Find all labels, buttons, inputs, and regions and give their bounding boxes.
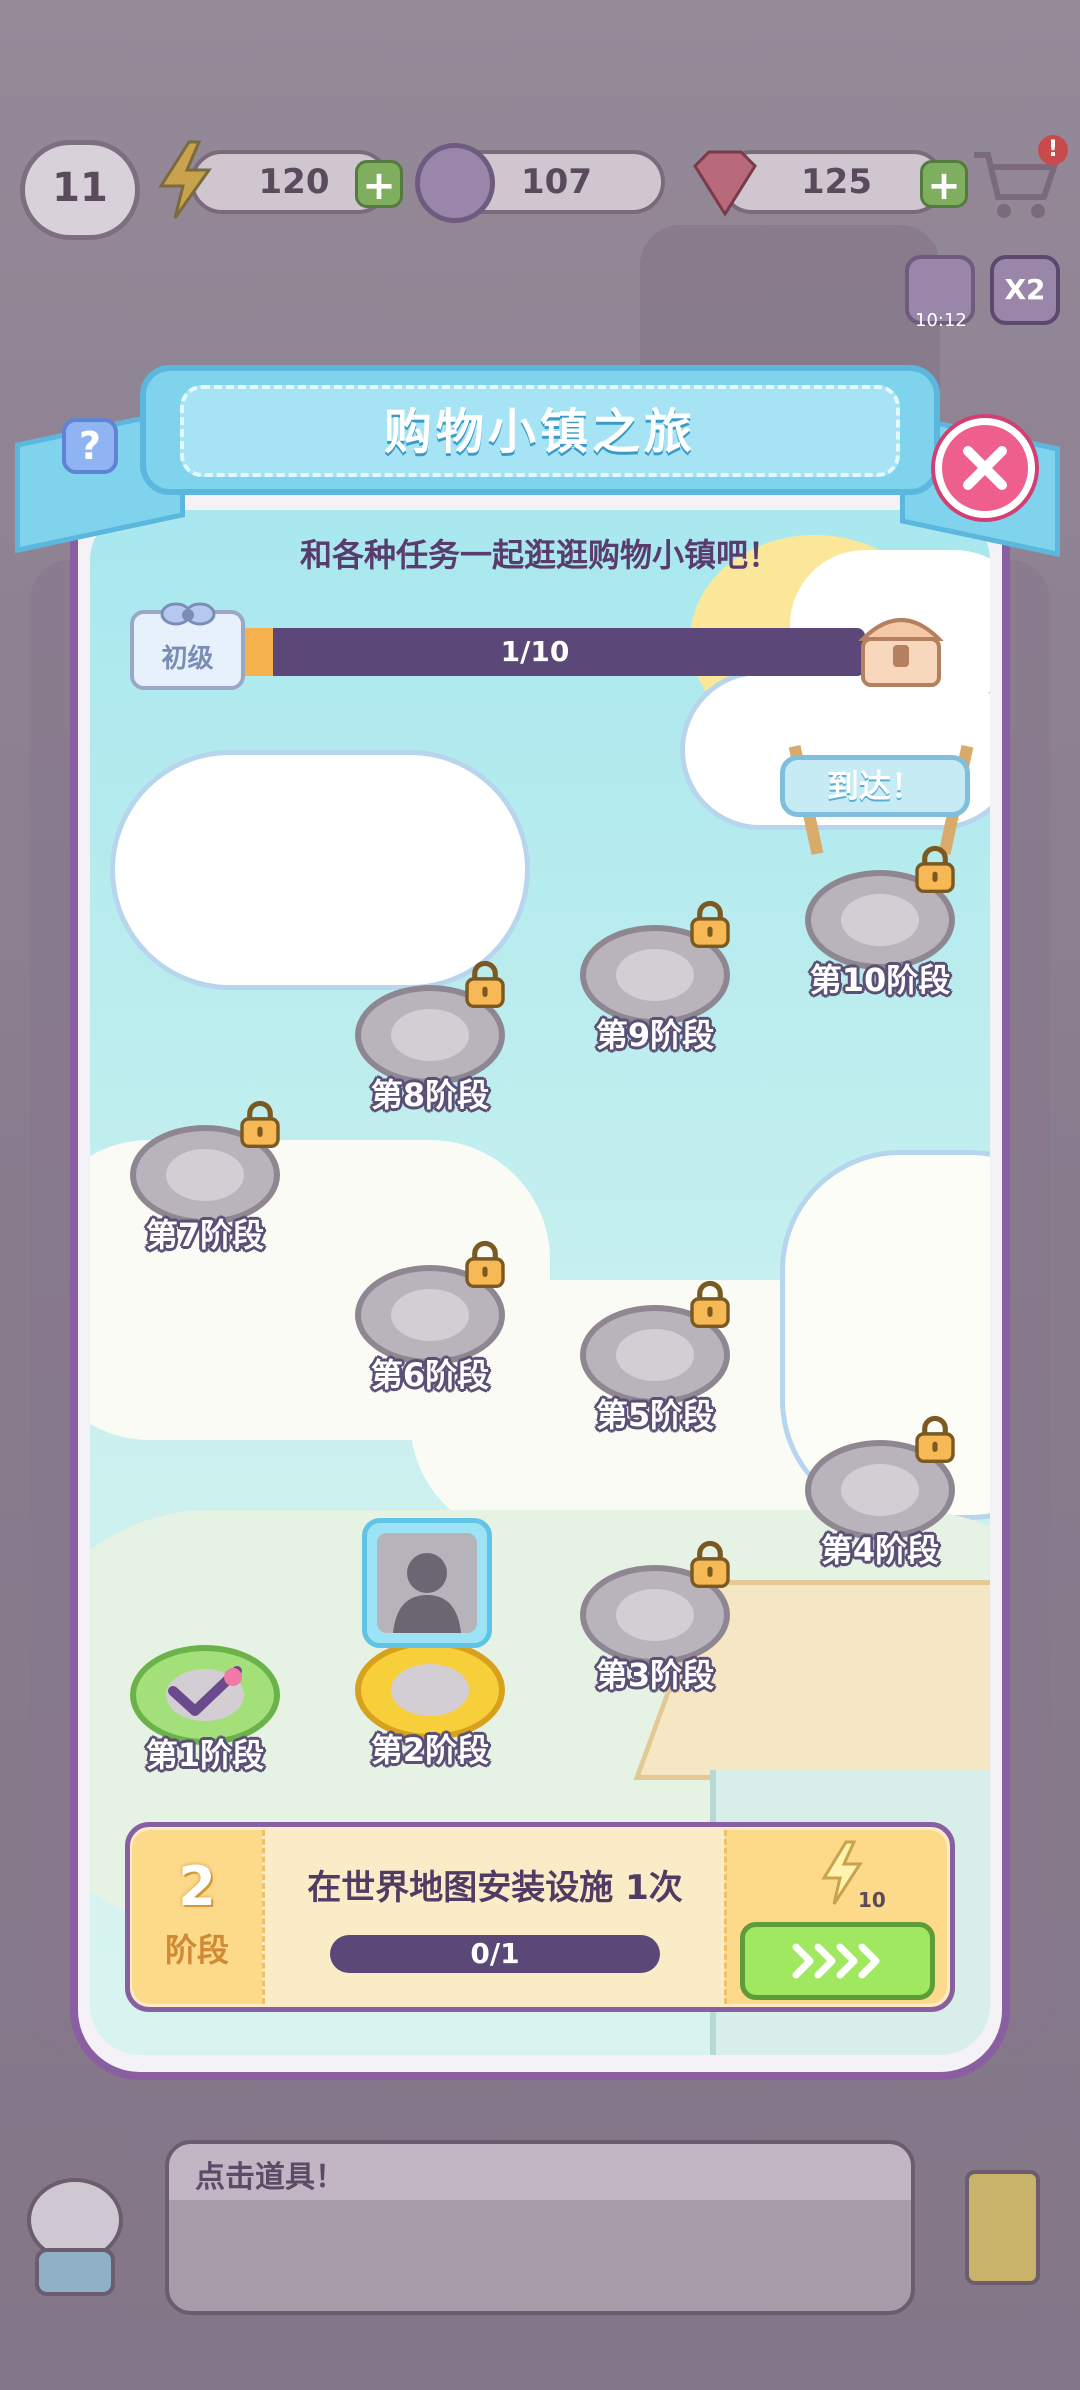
task-description: 在世界地图安装设施 1次	[307, 1868, 683, 1908]
stage-node-3[interactable]: 第3阶段	[580, 1540, 730, 1694]
stage-label: 第9阶段	[595, 1016, 715, 1054]
lock-icon	[465, 960, 505, 1008]
player-avatar	[362, 1518, 492, 1648]
coin-icon	[415, 143, 495, 223]
bow-icon	[160, 602, 216, 626]
notification-dot: !	[1038, 135, 1068, 165]
stage-label: 第1阶段	[145, 1736, 265, 1774]
arrive-sign: 到达！	[780, 755, 970, 817]
add-energy-button[interactable]: +	[355, 160, 403, 209]
multiplier-badge[interactable]: X2	[990, 255, 1060, 325]
modal-subtitle: 和各种任务一起逛逛购物小镇吧！	[299, 536, 780, 574]
stage-label: 第6阶段	[370, 1356, 490, 1394]
stage-node-9[interactable]: 第9阶段	[580, 900, 730, 1054]
stage-label: 第4阶段	[820, 1531, 940, 1569]
fast-forward-icon	[792, 1943, 880, 1979]
user-silhouette-icon	[393, 1553, 461, 1633]
stage-node-1[interactable]: 第1阶段	[130, 1645, 280, 1774]
lock-icon	[915, 845, 955, 893]
lock-icon	[465, 1240, 505, 1288]
energy-reward-count: 10	[858, 1888, 886, 1912]
arrive-sign-text: 到达！	[826, 767, 923, 805]
lock-icon	[240, 1100, 280, 1148]
stage-label: 第8阶段	[370, 1076, 490, 1114]
level-number: 11	[52, 165, 108, 211]
stage-label: 第7阶段	[145, 1216, 265, 1254]
multiplier-label: X2	[1004, 273, 1046, 306]
stage-node-10[interactable]: 第10阶段	[805, 845, 955, 999]
mascot-icon	[27, 2178, 123, 2296]
stage-node-5[interactable]: 第5阶段	[580, 1280, 730, 1434]
stage-node-8[interactable]: 第8阶段	[355, 960, 505, 1114]
cloud	[110, 750, 530, 990]
lock-icon	[690, 900, 730, 948]
close-button[interactable]	[935, 418, 1035, 518]
avatar-frame	[377, 1533, 477, 1633]
lightning-icon	[158, 140, 212, 219]
lock-icon	[690, 1280, 730, 1328]
stage-node-7[interactable]: 第7阶段	[130, 1100, 280, 1254]
task-divider-right	[724, 1830, 727, 2004]
task-stage-number: 2	[178, 1855, 216, 1918]
stage-label: 第3阶段	[595, 1656, 715, 1694]
stage-label: 第2阶段	[370, 1731, 490, 1769]
task-divider-left	[262, 1830, 265, 2004]
treasure-chest-icon[interactable]	[855, 605, 947, 690]
boost-timer: 10:12	[915, 310, 967, 331]
modal-title: 购物小镇之旅	[383, 404, 696, 460]
rank-label: 初级	[161, 644, 214, 674]
task-progress-text: 0/1	[470, 1937, 520, 1970]
lock-icon	[915, 1415, 955, 1463]
inventory-button[interactable]	[965, 2170, 1040, 2285]
stage-label: 第10阶段	[809, 961, 951, 999]
hint-text: 点击道具！	[195, 2160, 345, 2195]
go-button[interactable]	[740, 1922, 935, 2000]
stage-node-4[interactable]: 第4阶段	[805, 1415, 955, 1569]
level-badge[interactable]: 11	[20, 140, 140, 240]
close-icon	[963, 446, 1007, 490]
task-stage-unit: 阶段	[164, 1931, 229, 1969]
gem-icon	[693, 150, 757, 217]
checkmark-icon	[168, 1666, 242, 1716]
lock-icon	[690, 1540, 730, 1588]
help-button[interactable]: ?	[62, 418, 118, 474]
stage-node-2[interactable]: 第2阶段	[355, 1640, 505, 1769]
stage-label: 第5阶段	[595, 1396, 715, 1434]
stage-node-6[interactable]: 第6阶段	[355, 1240, 505, 1394]
journey-progress-text: 1/10	[500, 635, 570, 668]
add-gems-button[interactable]: +	[920, 160, 968, 209]
